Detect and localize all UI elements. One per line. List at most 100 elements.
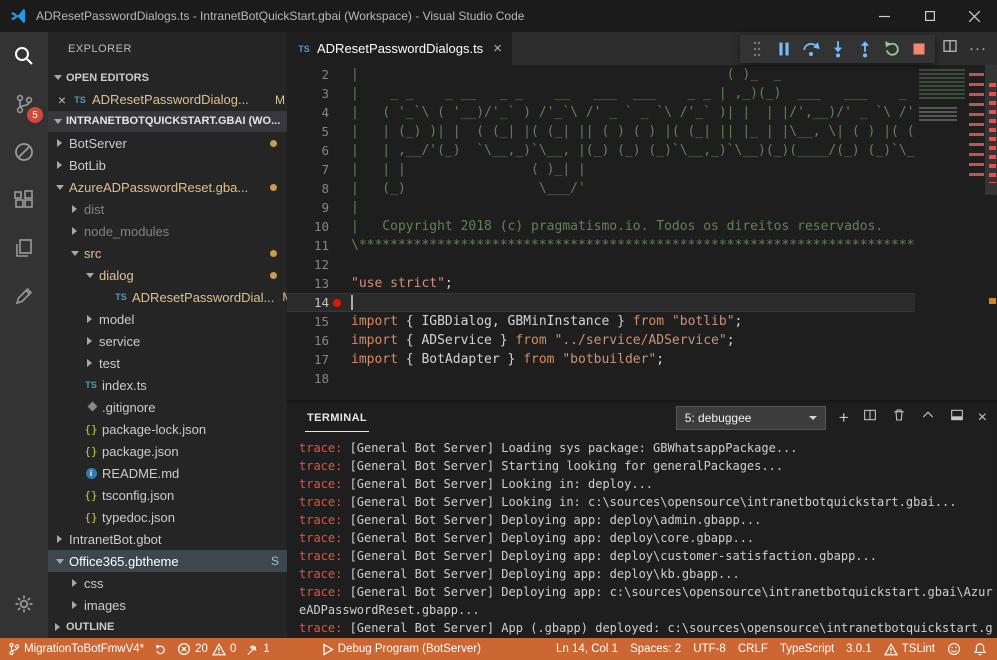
sync-item[interactable] bbox=[154, 643, 167, 656]
tree-item-office365-gbtheme[interactable]: Office365.gbthemeS bbox=[48, 550, 287, 572]
step-over-icon[interactable] bbox=[797, 36, 824, 62]
maximize-button[interactable] bbox=[907, 0, 952, 32]
feedback-smiley-item[interactable] bbox=[947, 642, 961, 656]
edit-icon[interactable] bbox=[0, 272, 48, 320]
problems-item[interactable]: 20 0 bbox=[177, 642, 236, 656]
panel-header: TERMINAL 5: debuggee + × bbox=[287, 400, 997, 435]
ts-version-item[interactable]: 3.0.1 bbox=[846, 643, 872, 655]
indentation-item[interactable]: Spaces: 2 bbox=[630, 643, 681, 655]
editor-tab[interactable]: TS ADResetPasswordDialogs.ts × bbox=[287, 32, 512, 65]
close-icon[interactable]: × bbox=[56, 92, 68, 108]
close-icon[interactable]: × bbox=[493, 40, 502, 57]
json-file-icon: {} bbox=[84, 445, 98, 458]
line-number[interactable]: 15 bbox=[287, 312, 351, 331]
tree-item-test[interactable]: test bbox=[48, 352, 287, 374]
cursor-position-item[interactable]: Ln 14, Col 1 bbox=[556, 643, 618, 655]
linter-item[interactable]: TSLint bbox=[884, 643, 935, 656]
encoding-item[interactable]: UTF-8 bbox=[693, 643, 726, 655]
line-number[interactable]: 2 bbox=[287, 65, 351, 84]
line-number[interactable]: 18 bbox=[287, 369, 351, 388]
log-level-prefix: trace: bbox=[299, 585, 350, 599]
tree-item-node-modules[interactable]: node_modules bbox=[48, 220, 287, 242]
line-number[interactable]: 12 bbox=[287, 255, 351, 274]
tree-item-index-ts[interactable]: TSindex.ts bbox=[48, 374, 287, 396]
line-number[interactable]: 9 bbox=[287, 198, 351, 217]
tree-item-model[interactable]: model bbox=[48, 308, 287, 330]
search-icon[interactable] bbox=[0, 32, 48, 80]
terminal-picker[interactable]: 5: debuggee bbox=[676, 406, 826, 430]
tree-item-adresetpassworddial-[interactable]: TSADResetPasswordDial...M bbox=[48, 286, 287, 308]
split-terminal-icon[interactable] bbox=[862, 407, 878, 428]
tree-item-botserver[interactable]: BotServer bbox=[48, 132, 287, 154]
panel-position-icon[interactable] bbox=[949, 407, 965, 428]
tree-item-src[interactable]: src bbox=[48, 242, 287, 264]
debug-icon[interactable] bbox=[0, 128, 48, 176]
tree-item-service[interactable]: service bbox=[48, 330, 287, 352]
code-line-14: 14 bbox=[287, 293, 915, 312]
line-number[interactable]: 14 bbox=[287, 293, 351, 312]
open-editors-header[interactable]: OPEN EDITORS bbox=[48, 67, 287, 89]
line-number[interactable]: 13 bbox=[287, 274, 351, 293]
settings-gear-icon[interactable] bbox=[0, 580, 48, 628]
tree-item-dist[interactable]: dist bbox=[48, 198, 287, 220]
tree-item-css[interactable]: css bbox=[48, 572, 287, 594]
line-number[interactable]: 4 bbox=[287, 103, 351, 122]
tree-item-tsconfig-json[interactable]: {}tsconfig.json bbox=[48, 484, 287, 506]
close-button[interactable] bbox=[952, 0, 997, 32]
drag-handle-icon[interactable] bbox=[743, 36, 770, 62]
panel-tab-terminal[interactable]: TERMINAL bbox=[305, 403, 369, 432]
code-editor[interactable]: 2| ( )_ _ |3| _ _ _ __ _ _ __ ___ ___ _ … bbox=[287, 65, 997, 400]
eol-item[interactable]: CRLF bbox=[738, 643, 768, 655]
language-mode-item[interactable]: TypeScript bbox=[780, 643, 834, 655]
chevron-right-icon bbox=[84, 337, 95, 345]
maximize-panel-icon[interactable] bbox=[920, 407, 936, 428]
step-into-icon[interactable] bbox=[824, 36, 851, 62]
outline-section-header[interactable]: OUTLINE bbox=[48, 616, 287, 638]
tree-item-dialog[interactable]: dialog bbox=[48, 264, 287, 286]
open-editor-item[interactable]: × TS ADResetPasswordDialog... M bbox=[48, 89, 287, 111]
tree-item-intranetbot-gbot[interactable]: IntranetBot.gbot bbox=[48, 528, 287, 550]
log-level-prefix: trace: bbox=[299, 549, 350, 563]
line-number[interactable]: 11 bbox=[287, 236, 351, 255]
split-editor-icon[interactable] bbox=[941, 37, 959, 60]
tree-item--gitignore[interactable]: .gitignore bbox=[48, 396, 287, 418]
vscode-window: ADResetPasswordDialogs.ts - IntranetBotQ… bbox=[0, 0, 997, 660]
git-branch-item[interactable]: MigrationToBotFmwV4* bbox=[8, 642, 144, 656]
pause-icon[interactable] bbox=[770, 36, 797, 62]
overview-ruler[interactable] bbox=[985, 65, 997, 400]
tree-item-botlib[interactable]: BotLib bbox=[48, 154, 287, 176]
stop-icon[interactable] bbox=[905, 36, 932, 62]
debug-launch-item[interactable]: Debug Program (BotServer) bbox=[322, 643, 481, 656]
line-number[interactable]: 16 bbox=[287, 331, 351, 350]
workspace-section-header[interactable]: INTRANETBOTQUICKSTART.GBAI (WO... bbox=[48, 111, 287, 133]
tree-item-readme-md[interactable]: iREADME.md bbox=[48, 462, 287, 484]
tree-item-typedoc-json[interactable]: {}typedoc.json bbox=[48, 506, 287, 528]
minimap[interactable] bbox=[915, 65, 985, 400]
tree-item-package-json[interactable]: {}package.json bbox=[48, 440, 287, 462]
close-panel-icon[interactable]: × bbox=[978, 410, 987, 426]
files-icon[interactable] bbox=[0, 224, 48, 272]
tree-item-azureadpasswordreset-gba-[interactable]: AzureADPasswordReset.gba... bbox=[48, 176, 287, 198]
kill-terminal-icon[interactable] bbox=[891, 407, 907, 428]
line-number[interactable]: 8 bbox=[287, 179, 351, 198]
breakpoint-icon[interactable] bbox=[333, 299, 341, 307]
minimize-button[interactable] bbox=[862, 0, 907, 32]
new-terminal-icon[interactable]: + bbox=[839, 409, 849, 426]
line-number[interactable]: 7 bbox=[287, 160, 351, 179]
line-number[interactable]: 3 bbox=[287, 84, 351, 103]
line-number[interactable]: 10 bbox=[287, 217, 351, 236]
tasks-item[interactable]: 1 bbox=[246, 643, 269, 656]
source-control-icon[interactable]: 5 bbox=[0, 80, 48, 128]
step-out-icon[interactable] bbox=[851, 36, 878, 62]
line-number[interactable]: 5 bbox=[287, 122, 351, 141]
terminal-output[interactable]: trace: [General Bot Server] Loading sys … bbox=[287, 435, 997, 638]
error-icon bbox=[177, 642, 191, 656]
restart-icon[interactable] bbox=[878, 36, 905, 62]
tree-item-images[interactable]: images bbox=[48, 594, 287, 616]
line-number[interactable]: 6 bbox=[287, 141, 351, 160]
notifications-bell-item[interactable] bbox=[973, 642, 987, 657]
more-actions-icon[interactable]: ··· bbox=[969, 40, 987, 57]
line-number[interactable]: 17 bbox=[287, 350, 351, 369]
tree-item-package-lock-json[interactable]: {}package-lock.json bbox=[48, 418, 287, 440]
extensions-icon[interactable] bbox=[0, 176, 48, 224]
